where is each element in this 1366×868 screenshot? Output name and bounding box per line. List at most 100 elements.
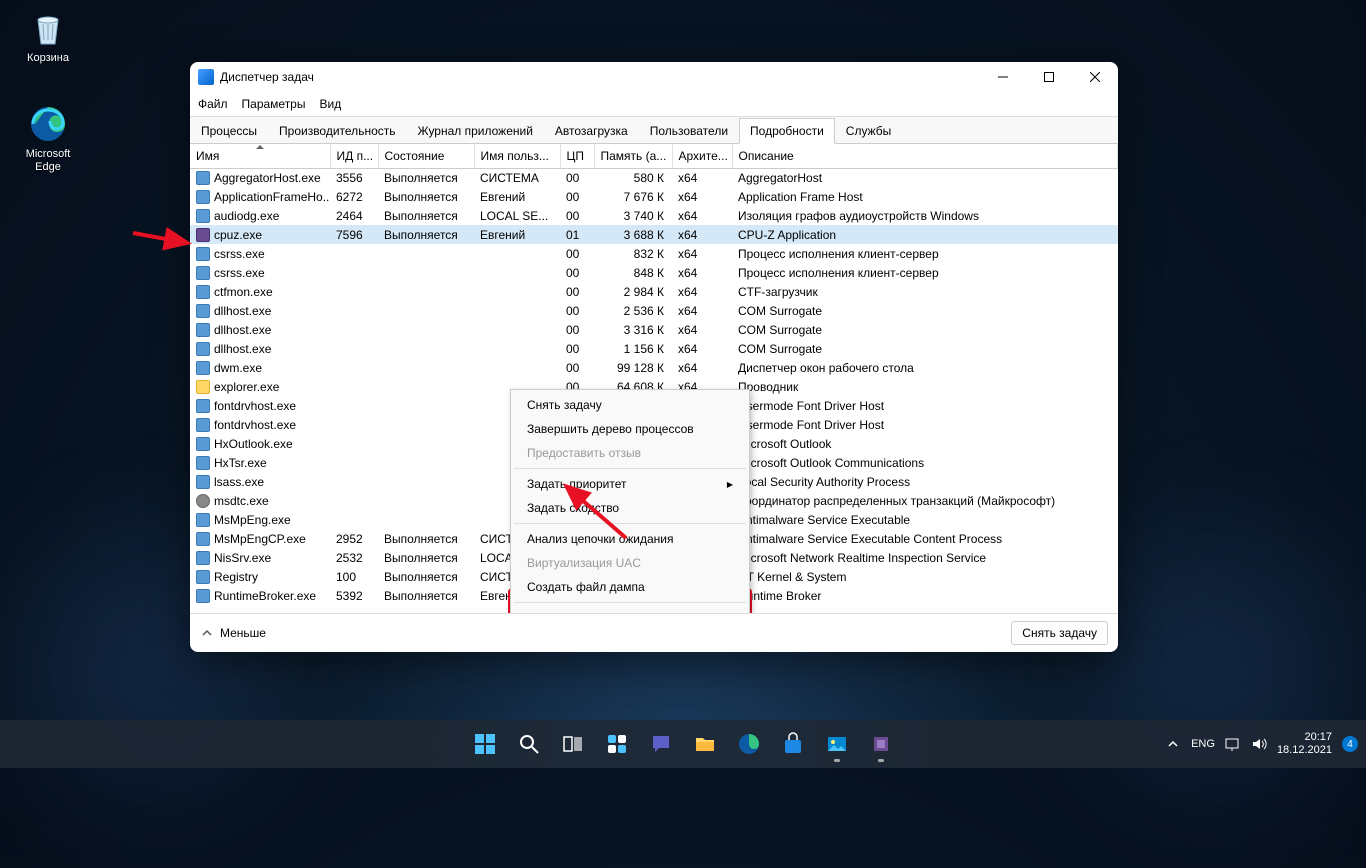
taskbar: ENG 20:17 18.12.2021 4 <box>0 720 1366 768</box>
context-menu-item[interactable]: Создать файл дампа <box>513 575 747 599</box>
process-name: explorer.exe <box>214 380 279 394</box>
process-row[interactable]: dllhost.exe001 156 Кx64COM Surrogate <box>190 339 1118 358</box>
process-icon <box>196 418 210 432</box>
process-icon <box>196 570 210 584</box>
maximize-button[interactable] <box>1026 62 1072 92</box>
widgets-button[interactable] <box>597 724 637 764</box>
tabbar: ПроцессыПроизводительностьЖурнал приложе… <box>190 116 1118 144</box>
process-icon <box>196 532 210 546</box>
fewer-details-label: Меньше <box>220 626 266 640</box>
menu-options[interactable]: Параметры <box>242 97 306 111</box>
column-header[interactable]: Имя польз... <box>474 144 560 168</box>
context-menu-item: Предоставить отзыв <box>513 441 747 465</box>
context-menu-item[interactable]: Завершить дерево процессов <box>513 417 747 441</box>
process-icon <box>196 399 210 413</box>
process-row[interactable]: AggregatorHost.exe3556ВыполняетсяСИСТЕМА… <box>190 168 1118 187</box>
column-header[interactable]: Описание <box>732 144 1118 168</box>
volume-icon[interactable] <box>1251 736 1267 752</box>
desktop-icon-edge[interactable]: Microsoft Edge <box>12 104 84 174</box>
tab-3[interactable]: Автозагрузка <box>544 118 639 144</box>
edge-taskbar-button[interactable] <box>729 724 769 764</box>
tab-0[interactable]: Процессы <box>190 118 268 144</box>
process-name: RuntimeBroker.exe <box>214 589 316 603</box>
process-row[interactable]: csrss.exe00848 Кx64Процесс исполнения кл… <box>190 263 1118 282</box>
process-name: fontdrvhost.exe <box>214 418 296 432</box>
tray-chevron-icon[interactable] <box>1165 736 1181 752</box>
footer: Меньше Снять задачу <box>190 614 1118 652</box>
context-menu-item[interactable]: Задать приоритет▶ <box>513 472 747 496</box>
chat-button[interactable] <box>641 724 681 764</box>
process-row[interactable]: csrss.exe00832 Кx64Процесс исполнения кл… <box>190 244 1118 263</box>
close-button[interactable] <box>1072 62 1118 92</box>
column-header[interactable]: Память (а... <box>594 144 672 168</box>
task-manager-icon <box>198 69 214 85</box>
fewer-details-button[interactable]: Меньше <box>200 626 266 640</box>
process-icon <box>196 513 210 527</box>
end-task-button[interactable]: Снять задачу <box>1011 621 1108 645</box>
menubar: Файл Параметры Вид <box>190 92 1118 116</box>
process-name: lsass.exe <box>214 475 264 489</box>
process-icon <box>196 589 210 603</box>
system-tray: ENG 20:17 18.12.2021 4 <box>1165 731 1358 757</box>
desktop-icon-recycle-bin[interactable]: Корзина <box>12 8 84 65</box>
process-icon <box>196 266 210 280</box>
chevron-up-icon <box>200 626 214 640</box>
column-header[interactable]: Имя <box>190 144 330 168</box>
window-title: Диспетчер задач <box>220 70 980 84</box>
task-view-button[interactable] <box>553 724 593 764</box>
process-icon <box>196 323 210 337</box>
process-row[interactable]: ApplicationFrameHo...6272ВыполняетсяЕвге… <box>190 187 1118 206</box>
context-menu-separator <box>514 468 746 469</box>
desktop-icon-label: Корзина <box>12 52 84 65</box>
process-row[interactable]: dllhost.exe003 316 Кx64COM Surrogate <box>190 320 1118 339</box>
menu-file[interactable]: Файл <box>198 97 228 111</box>
cpuz-taskbar-button[interactable] <box>861 724 901 764</box>
context-menu-item[interactable]: Анализ цепочки ожидания <box>513 527 747 551</box>
column-header[interactable]: ЦП <box>560 144 594 168</box>
minimize-button[interactable] <box>980 62 1026 92</box>
explorer-button[interactable] <box>685 724 725 764</box>
language-indicator[interactable]: ENG <box>1191 738 1215 750</box>
photos-button[interactable] <box>817 724 857 764</box>
process-icon <box>196 171 210 185</box>
process-row[interactable]: dwm.exe0099 128 Кx64Диспетчер окон рабоч… <box>190 358 1118 377</box>
process-icon <box>196 247 210 261</box>
tab-6[interactable]: Службы <box>835 118 902 144</box>
process-name: NisSrv.exe <box>214 551 271 565</box>
desktop-icon-label: Microsoft Edge <box>12 148 84 174</box>
context-menu-item[interactable]: Снять задачу <box>513 393 747 417</box>
process-row[interactable]: audiodg.exe2464ВыполняетсяLOCAL SE...003… <box>190 206 1118 225</box>
tab-2[interactable]: Журнал приложений <box>407 118 544 144</box>
tab-1[interactable]: Производительность <box>268 118 406 144</box>
process-row[interactable]: ctfmon.exe002 984 Кx64CTF-загрузчик <box>190 282 1118 301</box>
start-button[interactable] <box>465 724 505 764</box>
column-header[interactable]: Архите... <box>672 144 732 168</box>
process-icon <box>196 380 210 394</box>
process-icon <box>196 494 210 508</box>
process-icon <box>196 456 210 470</box>
clock-date: 18.12.2021 <box>1277 744 1332 757</box>
process-icon <box>196 209 210 223</box>
process-row[interactable]: cpuz.exe7596ВыполняетсяЕвгений013 688 Кx… <box>190 225 1118 244</box>
context-menu-separator <box>514 523 746 524</box>
menu-view[interactable]: Вид <box>319 97 341 111</box>
notification-badge[interactable]: 4 <box>1342 736 1358 752</box>
tab-4[interactable]: Пользователи <box>639 118 739 144</box>
tab-5[interactable]: Подробности <box>739 118 835 144</box>
search-button[interactable] <box>509 724 549 764</box>
recycle-bin-icon <box>28 8 68 48</box>
column-header[interactable]: ИД п... <box>330 144 378 168</box>
clock[interactable]: 20:17 18.12.2021 <box>1277 731 1332 757</box>
network-icon[interactable] <box>1225 736 1241 752</box>
context-menu-item[interactable]: Открыть расположение файла <box>513 606 747 614</box>
context-menu-item[interactable]: Задать сходство <box>513 496 747 520</box>
process-row[interactable]: dllhost.exe002 536 Кx64COM Surrogate <box>190 301 1118 320</box>
process-name: AggregatorHost.exe <box>214 171 321 185</box>
process-name: dwm.exe <box>214 361 262 375</box>
context-menu-separator <box>514 602 746 603</box>
process-icon <box>196 551 210 565</box>
edge-icon <box>28 104 68 144</box>
store-button[interactable] <box>773 724 813 764</box>
titlebar[interactable]: Диспетчер задач <box>190 62 1118 92</box>
column-header[interactable]: Состояние <box>378 144 474 168</box>
